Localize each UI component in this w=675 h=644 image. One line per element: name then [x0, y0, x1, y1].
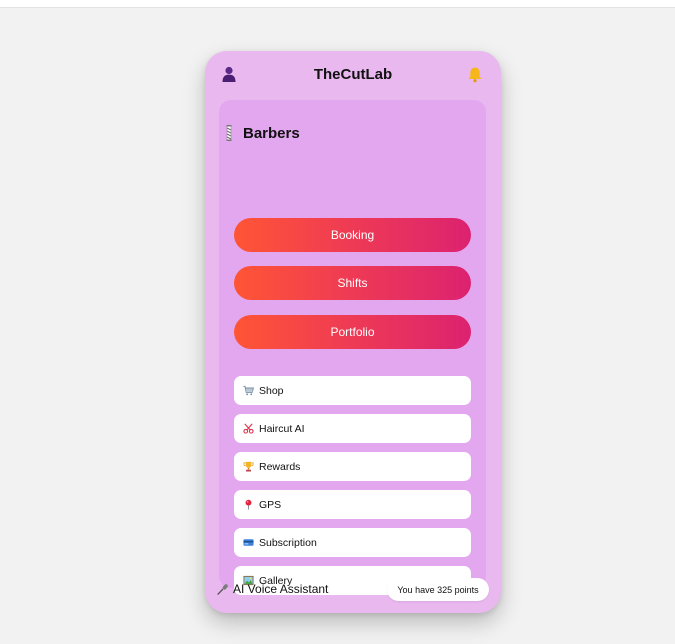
booking-button[interactable]: Booking [234, 218, 471, 252]
microphone-icon [217, 584, 228, 595]
trophy-icon [243, 461, 254, 472]
scissors-icon [243, 423, 254, 434]
points-badge: You have 325 points [387, 578, 489, 601]
app-title: TheCutLab [313, 66, 393, 83]
phone-frame: TheCutLab Barbers Booking Shifts Portfol… [205, 51, 501, 613]
app-header: TheCutLab [205, 51, 501, 99]
menu-item-label: GPS [259, 498, 282, 511]
barber-pole-icon [226, 125, 232, 141]
menu-item-label: Haircut AI [259, 422, 305, 435]
menu-item-rewards[interactable]: Rewards [234, 452, 471, 481]
section-header: Barbers [225, 123, 300, 143]
menu-item-haircut-ai[interactable]: Haircut AI [234, 414, 471, 443]
bell-icon[interactable] [467, 66, 483, 83]
barbers-panel: Barbers Booking Shifts Portfolio Shop Ha… [219, 100, 486, 595]
menu-item-gps[interactable]: GPS [234, 490, 471, 519]
menu-item-label: Rewards [259, 460, 301, 473]
shopping-cart-icon [243, 385, 254, 396]
map-pin-icon [245, 499, 252, 510]
menu-item-subscription[interactable]: Subscription [234, 528, 471, 557]
browser-top-strip [0, 0, 675, 8]
shifts-button[interactable]: Shifts [234, 266, 471, 300]
menu-item-label: Shop [259, 384, 284, 397]
ai-voice-assistant-button[interactable]: AI Voice Assistant [217, 582, 328, 596]
portfolio-button[interactable]: Portfolio [234, 315, 471, 349]
credit-card-icon [243, 539, 254, 546]
menu-item-label: Subscription [259, 536, 317, 549]
menu-item-shop[interactable]: Shop [234, 376, 471, 405]
voice-assistant-label: AI Voice Assistant [233, 582, 329, 596]
section-title: Barbers [243, 124, 300, 142]
